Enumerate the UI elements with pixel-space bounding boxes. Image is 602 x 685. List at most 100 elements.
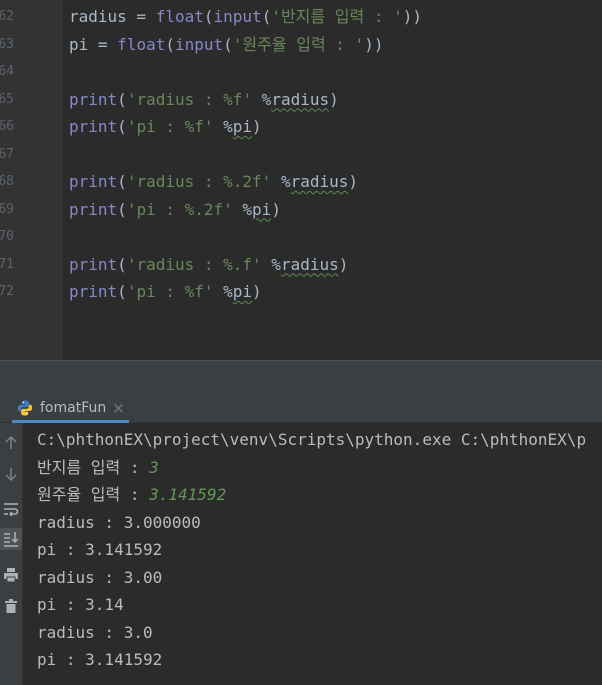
code-token: ( [117, 282, 127, 301]
code-token: pi = [69, 34, 118, 54]
line-number: 65 [0, 91, 14, 107]
string-token: 'radius : %f' [126, 89, 253, 109]
console-text: pi : 3.141592 [37, 650, 163, 669]
builtin-token: input [213, 7, 262, 26]
code-text: print('radius : %f' %radius) [69, 86, 339, 113]
user-input-text: 3 [149, 457, 159, 477]
code-text: pi = float(input('원주율 입력 : ')) [69, 31, 383, 58]
builtin-token: print [69, 89, 118, 109]
code-text: print('pi : %.2f' %pi) [69, 196, 281, 223]
code-token: ) [338, 254, 349, 274]
variable-token: radius [280, 254, 339, 274]
line-number: 71 [0, 256, 14, 272]
code-line[interactable]: 70 [0, 223, 602, 250]
arrow-down-icon[interactable] [0, 463, 22, 485]
python-icon [17, 400, 33, 416]
code-token: ( [203, 7, 214, 26]
code-line[interactable]: 68 print('radius : %.2f' %radius) [0, 168, 602, 195]
line-number: 66 [0, 119, 14, 134]
code-token: ( [117, 254, 127, 274]
line-number: 64 [0, 64, 14, 79]
variable-token: pi [232, 282, 253, 301]
run-console-output[interactable]: C:\phthonEX\project\venv\Scripts\python.… [23, 423, 602, 685]
console-line: radius : 3.000000 [37, 509, 201, 536]
line-number: 62 [0, 9, 14, 24]
run-tab[interactable]: fomatFun × [12, 396, 129, 423]
code-token: )) [364, 34, 384, 54]
builtin-token: print [69, 117, 118, 136]
console-line: radius : 3.0 [37, 619, 153, 646]
close-icon[interactable]: × [112, 399, 125, 417]
code-token: % [213, 282, 233, 301]
builtin-token: input [174, 34, 224, 54]
code-token: % [252, 89, 272, 109]
code-token: ( [223, 34, 233, 54]
code-token: ) [252, 282, 262, 301]
builtin-token: float [117, 34, 166, 54]
code-token: ) [329, 89, 339, 109]
code-editor[interactable]: 62 radius = float(input('반지름 입력 : ')) 63 pi… [0, 0, 602, 360]
string-token: 'pi : %f' [126, 282, 214, 301]
code-line[interactable]: 62 radius = float(input('반지름 입력 : ')) [0, 3, 602, 30]
builtin-token: float [155, 7, 204, 26]
string-token: 'radius : %.f' [126, 254, 262, 274]
console-text: radius : 3.000000 [37, 512, 201, 532]
console-text: pi : 3.141592 [37, 540, 163, 559]
console-text: radius : 3.0 [37, 622, 153, 642]
variable-token: pi [232, 117, 253, 136]
line-number: 67 [0, 146, 14, 162]
string-token: '원주율 입력 : ' [232, 34, 365, 54]
console-line: pi : 3.14 [37, 591, 124, 618]
builtin-token: print [69, 199, 118, 219]
console-line: 원주율 입력 : 3.141592 [37, 481, 226, 508]
console-line: 반지름 입력 : 3 [37, 454, 159, 481]
code-token: )) [402, 7, 422, 26]
scroll-to-end-icon[interactable] [0, 528, 22, 550]
line-number: 69 [0, 201, 14, 217]
line-number: 72 [0, 284, 14, 299]
code-token: ) [252, 117, 262, 136]
code-token: ( [165, 34, 175, 54]
builtin-token: print [69, 282, 118, 301]
string-token: 'radius : %.2f' [126, 172, 272, 191]
code-line[interactable]: 63 pi = float(input('원주율 입력 : ')) [0, 31, 602, 58]
code-token: % [213, 117, 233, 136]
code-token: ( [261, 7, 272, 26]
console-text: pi : 3.14 [37, 595, 124, 614]
code-line[interactable]: 67 [0, 141, 602, 168]
code-line[interactable]: 66 print('pi : %f' %pi) [0, 113, 602, 140]
code-token: ( [117, 199, 127, 219]
console-line: pi : 3.141592 [37, 646, 162, 673]
variable-token: radius [290, 172, 349, 191]
line-number: 70 [0, 229, 14, 244]
arrow-up-icon[interactable] [0, 432, 22, 454]
code-token: % [271, 172, 291, 191]
code-line[interactable]: 72 print('pi : %f' %pi) [0, 278, 602, 305]
console-text: C:\phthonEX\project\venv\Scripts\python.… [37, 430, 587, 449]
string-token: 'pi : %f' [126, 117, 214, 136]
code-text: print('radius : %.2f' %radius) [69, 168, 358, 195]
code-text: print('pi : %f' %pi) [69, 113, 262, 140]
code-line[interactable]: 64 [0, 58, 602, 85]
soft-wrap-icon[interactable] [0, 498, 22, 520]
code-text: print('pi : %f' %pi) [69, 278, 262, 305]
code-token: % [232, 199, 253, 219]
panel-gap [0, 361, 602, 396]
trash-icon[interactable] [0, 595, 22, 617]
code-line[interactable]: 65 print('radius : %f' %radius) [0, 86, 602, 113]
code-line[interactable]: 69 print('pi : %.2f' %pi) [0, 196, 602, 223]
line-number: 63 [0, 36, 14, 52]
print-icon[interactable] [0, 564, 22, 586]
code-text: print('radius : %.f' %radius) [69, 251, 348, 278]
variable-token: radius [271, 89, 330, 109]
code-token: ( [117, 89, 127, 109]
line-number: 68 [0, 174, 14, 189]
code-token: ( [117, 172, 127, 191]
code-line[interactable]: 71 print('radius : %.f' %radius) [0, 251, 602, 278]
code-token: radius = [69, 7, 156, 26]
user-input-text: 3.141592 [149, 485, 227, 504]
run-toolbar [0, 423, 23, 685]
variable-token: pi [252, 199, 272, 219]
console-text: 반지름 입력 : [37, 457, 150, 477]
code-text: radius = float(input('반지름 입력 : ')) [69, 3, 422, 30]
